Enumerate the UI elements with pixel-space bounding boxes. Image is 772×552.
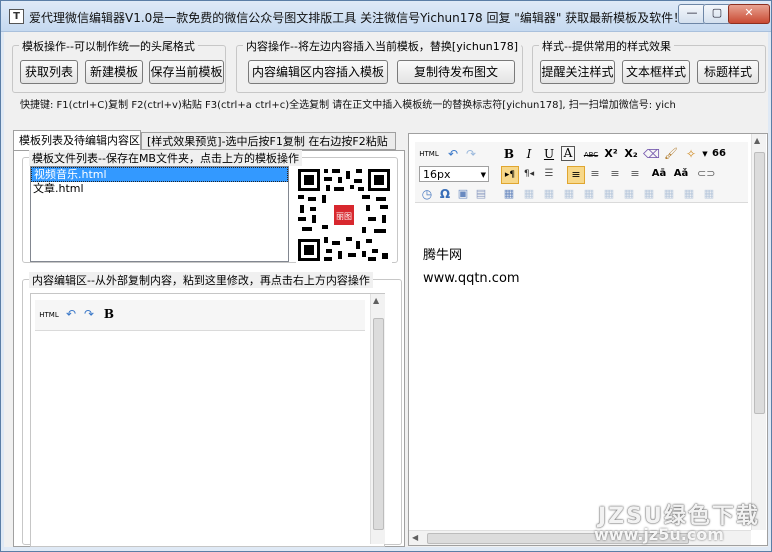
new-template-button[interactable]: 新建模板 (85, 60, 143, 84)
close-button[interactable]: ✕ (728, 4, 770, 24)
italic-icon[interactable]: I (521, 146, 537, 162)
font-color-icon[interactable]: A (561, 146, 575, 161)
content-editor-frame[interactable]: HTML ↶ ↷ B ▲ (30, 293, 385, 547)
template-listbox[interactable]: 视频音乐.html 文章.html (30, 166, 289, 262)
table-border-icon[interactable]: ▦ (681, 186, 697, 202)
redo-icon[interactable]: ↷ (463, 146, 479, 162)
content-group-title: 内容操作--将左边内容插入当前模板，替换[yichun178] (243, 38, 522, 54)
undo-icon[interactable]: ↶ (445, 146, 461, 162)
table-props-icon[interactable]: ▦ (661, 186, 677, 202)
qr-badge: 丽图 (336, 212, 352, 221)
app-icon: T (9, 9, 24, 24)
template-list-title: 模板文件列表--保存在MB文件夹，点击上方的模板操作 (29, 150, 302, 166)
get-list-button[interactable]: 获取列表 (20, 60, 78, 84)
table-row-icon[interactable]: ▦ (521, 186, 537, 202)
bold-icon[interactable]: B (501, 146, 517, 162)
content-editor-title: 内容编辑区--从外部复制内容，粘到这里修改，再点击右上方内容操作 (29, 272, 373, 288)
image-icon[interactable]: ▣ (455, 186, 471, 202)
textbox-style-button[interactable]: 文本框样式 (622, 60, 690, 84)
maximize-button[interactable]: ▢ (703, 4, 731, 24)
rtl-icon[interactable]: ¶◂ (521, 166, 537, 182)
underline-icon[interactable]: U (541, 146, 557, 162)
link-icon[interactable]: ⊂⊃ (697, 166, 715, 182)
quote-icon[interactable]: 66 (711, 146, 727, 162)
align-right-icon[interactable]: ≡ (607, 166, 623, 182)
content-editor-scrollbar[interactable]: ▲ (370, 294, 385, 544)
right-editor-toolbar: HTML ↶ ↷ B I U A ABC X² X₂ ⌫ 🖌 ✧ ▼ 66 16… (415, 142, 748, 203)
table-merge-icon[interactable]: ▦ (561, 186, 577, 202)
table-delete-icon[interactable]: ▦ (701, 186, 717, 202)
right-editor-content[interactable]: 腾牛网 www.qqtn.com (423, 244, 743, 494)
template-group-title: 模板操作--可以制作统一的头尾格式 (19, 38, 198, 54)
right-editor-frame[interactable]: HTML ↶ ↷ B I U A ABC X² X₂ ⌫ 🖌 ✧ ▼ 66 16… (408, 133, 768, 546)
copy-publish-button[interactable]: 复制待发布图文 (397, 60, 515, 84)
table-split-icon[interactable]: ▦ (581, 186, 597, 202)
scroll-left-arrow[interactable]: ◀ (412, 533, 418, 542)
insert-into-template-button[interactable]: 内容编辑区内容插入模板 (248, 60, 388, 84)
table-cell-icon[interactable]: ▦ (641, 186, 657, 202)
indent-icon[interactable]: ☰ (541, 166, 557, 182)
title-bar: T 爱代理微信编辑器V1.0是一款免费的微信公众号图文排版工具 关注微信号Yic… (1, 1, 771, 32)
shortcut-hint: 快捷键: F1(ctrl+C)复制 F2(ctrl+v)粘贴 F3(ctrl+a… (20, 100, 676, 111)
attachment-icon[interactable]: ▤ (473, 186, 489, 202)
scroll-up-arrow[interactable]: ▲ (754, 136, 760, 145)
left-panel: 模板文件列表--保存在MB文件夹，点击上方的模板操作 视频音乐.html 文章.… (13, 150, 405, 547)
list-item[interactable]: 文章.html (31, 182, 288, 195)
window-title: 爱代理微信编辑器V1.0是一款免费的微信公众号图文排版工具 关注微信号Yichu… (29, 11, 686, 25)
minimize-button[interactable]: — (678, 4, 706, 24)
content-line: 腾牛网 (423, 248, 463, 263)
eraser-icon[interactable]: ⌫ (643, 146, 660, 162)
redo-icon[interactable]: ↷ (81, 306, 97, 322)
content-editor-toolbar: HTML ↶ ↷ B (35, 300, 365, 331)
table-insert-icon[interactable]: ▦ (621, 186, 637, 202)
ltr-icon[interactable]: ▸¶ (501, 166, 519, 184)
content-line: www.qqtn.com (423, 271, 520, 286)
style-group-title: 样式--提供常用的样式效果 (539, 38, 674, 54)
html-icon[interactable]: HTML (419, 146, 439, 162)
omega-icon[interactable]: Ω (437, 186, 453, 202)
qr-code-image: 丽图 (296, 167, 392, 263)
title-style-button[interactable]: 标题样式 (697, 60, 759, 84)
tab-template-list[interactable]: 模板列表及待编辑内容区 (13, 130, 141, 150)
text-transform-icon[interactable]: Aā (651, 166, 667, 182)
app-window: T 爱代理微信编辑器V1.0是一款免费的微信公众号图文排版工具 关注微信号Yic… (0, 0, 772, 552)
subscript-icon[interactable]: X₂ (623, 146, 639, 162)
font-size-value: 16px (423, 168, 451, 181)
right-editor-scrollbar[interactable]: ▲ (751, 134, 766, 530)
strikethrough-icon[interactable]: ABC (581, 147, 601, 163)
chevron-down-icon: ▼ (480, 171, 486, 179)
align-left-icon[interactable]: ≡ (567, 166, 585, 184)
tab-style-preview[interactable]: [样式效果预览]-选中后按F1复制 在右边按F2粘贴 (141, 132, 396, 150)
scroll-thumb[interactable] (754, 152, 765, 414)
table-icon[interactable]: ▦ (501, 186, 517, 202)
html-icon[interactable]: HTML (39, 307, 59, 323)
font-size-select[interactable]: 16px ▼ (419, 166, 489, 182)
save-template-button[interactable]: 保存当前模板 (149, 60, 224, 84)
scroll-up-arrow[interactable]: ▲ (373, 296, 379, 305)
align-center-icon[interactable]: ≡ (587, 166, 603, 182)
bold-icon[interactable]: B (101, 306, 117, 322)
table-col-icon[interactable]: ▦ (541, 186, 557, 202)
text-transform-2-icon[interactable]: Aǎ (673, 166, 689, 182)
watermark-url: www.jz5u.com (594, 525, 724, 544)
format-brush-icon[interactable]: 🖌 (663, 146, 679, 162)
undo-icon[interactable]: ↶ (63, 306, 79, 322)
follow-style-button[interactable]: 提醒关注样式 (540, 60, 615, 84)
align-justify-icon[interactable]: ≡ (627, 166, 643, 182)
list-item[interactable]: 视频音乐.html (31, 167, 288, 182)
client-area: 模板操作--可以制作统一的头尾格式 获取列表 新建模板 保存当前模板 内容操作-… (4, 32, 768, 547)
table-delete-row-icon[interactable]: ▦ (601, 186, 617, 202)
clock-icon[interactable]: ◷ (419, 186, 435, 202)
superscript-icon[interactable]: X² (603, 146, 619, 162)
scroll-thumb[interactable] (373, 318, 384, 530)
